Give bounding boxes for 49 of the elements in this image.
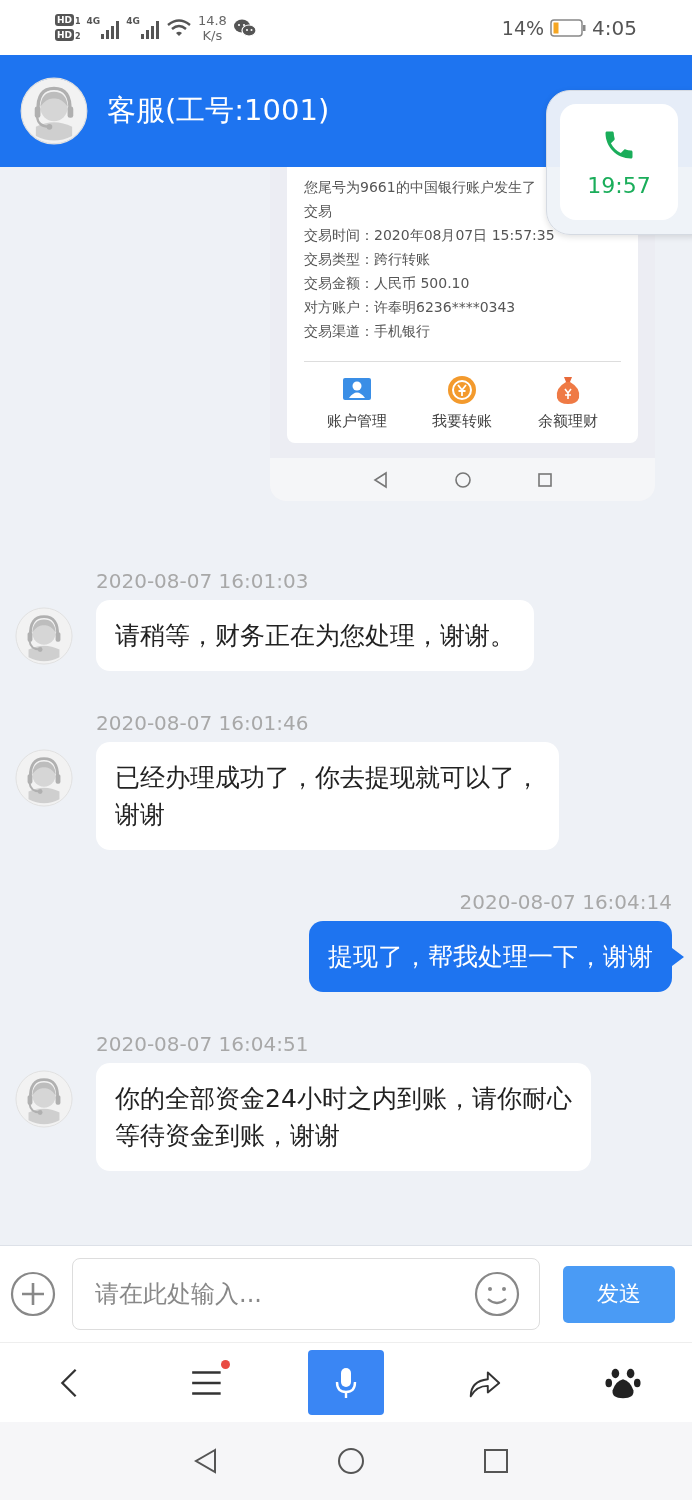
message-bubble: 请稍等，财务正在为您处理，谢谢。 [96,600,534,671]
square-icon[interactable] [481,1446,511,1476]
wifi-icon [165,17,192,38]
message-input[interactable]: 请在此处输入... [93,1258,473,1330]
sms-text-line: 交易 [304,202,332,221]
message-field[interactable]: 请在此处输入... [72,1258,540,1330]
sms-text-line: 对方账户：许奉明6236****0343 [304,298,516,317]
message-bubble: 提现了，帮我处理一下，谢谢 [309,921,672,992]
sms-text-line: 交易金额：人民币 500.10 [304,274,470,293]
timestamp: 2020-08-07 16:01:46 [96,710,310,736]
slot-number: 1 [75,17,81,26]
timestamp: 2020-08-07 16:04:14 [459,889,672,915]
slot-number: 2 [75,32,81,41]
signal-icon [100,19,121,40]
network-type: 4G [86,15,101,26]
chat-title: 客服(工号:1001) [107,92,330,129]
battery-percent: 14% [501,16,545,39]
chat-app-icon [232,17,257,38]
sms-action[interactable]: 余额理财 [538,374,599,431]
hd-badge: HD [55,14,74,26]
clock: 4:05 [592,15,637,40]
avatar [15,607,73,665]
bubble-tail-icon [672,947,684,966]
network-speed: 14.8 [197,12,227,28]
message-bubble: 你的全部资金24小时之内到账，请你耐心 等待资金到账，谢谢 [96,1063,591,1171]
timestamp: 2020-08-07 16:04:51 [96,1031,310,1057]
call-duration: 19:57 [587,172,651,198]
sms-text-line: 交易时间：2020年08月07日 15:57:35 [304,226,555,245]
sms-text-line: 交易类型：跨行转账 [304,250,430,269]
sms-text-line: 您尾号为9661的中国银行账户发生了 [304,178,536,197]
add-icon[interactable] [10,1271,56,1317]
timestamp: 2020-08-07 16:01:03 [96,568,310,594]
home-circle-icon [452,469,473,490]
message-bubble: 已经办理成功了，你去提现就可以了， 谢谢 [96,742,559,850]
hd-badge: HD [55,29,74,41]
sms-action[interactable]: 账户管理 [326,374,387,431]
avatar [15,1070,73,1128]
voice-button[interactable] [308,1350,384,1415]
home-circle-icon[interactable] [336,1446,366,1476]
avatar [15,749,73,807]
sms-action[interactable]: 我要转账 [432,374,493,431]
sms-text-line: 交易渠道：手机银行 [304,322,430,341]
coin-icon [446,374,479,406]
emoji-icon[interactable] [473,1270,521,1318]
avatar [20,77,88,145]
network-type: 4G [126,15,140,26]
speed-unit: K/s [202,27,223,43]
signal-icon [139,19,160,40]
battery-icon [550,18,587,37]
